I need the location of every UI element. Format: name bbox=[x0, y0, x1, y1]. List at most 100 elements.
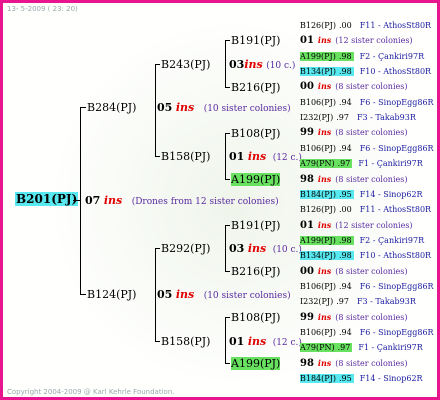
node-upper-bottom[interactable]: B158(PJ) bbox=[161, 150, 210, 163]
connector bbox=[225, 225, 226, 272]
ancestor-origin: F2 - Çankiri97R bbox=[359, 51, 425, 61]
lower-note: (10 sister colonies) bbox=[203, 291, 291, 301]
ancestor-name[interactable]: I232(PJ) bbox=[300, 297, 333, 306]
mating-lower-bottom: 01 ins (12 c.) bbox=[229, 335, 302, 350]
ancestor-name[interactable]: B134(PJ) bbox=[300, 67, 336, 77]
connector bbox=[155, 341, 160, 342]
ins: ins bbox=[247, 335, 267, 348]
ancestor-name[interactable]: B184(PJ) bbox=[300, 374, 336, 384]
ancestor-name[interactable]: B106(PJ) bbox=[300, 144, 336, 153]
node-l3-1[interactable]: B191(PJ) bbox=[231, 34, 280, 47]
mating-note: (8 sister colonies) bbox=[335, 312, 408, 322]
copyright-footer: Copyright 2004-2009 @ Karl Kehrle Founda… bbox=[7, 388, 175, 396]
ancestor-name[interactable]: A79(PN) bbox=[300, 343, 335, 353]
ins: ins bbox=[247, 242, 267, 255]
root-ins: ins bbox=[103, 194, 123, 207]
upper-parent[interactable]: B284(PJ) bbox=[87, 101, 136, 114]
lower-mating: 05 ins (10 sister colonies) bbox=[157, 288, 291, 303]
node-lower-bottom[interactable]: B158(PJ) bbox=[161, 335, 210, 348]
mating-lower-top: 03 ins (10 c.) bbox=[229, 242, 302, 257]
ancestor-name[interactable]: I232(PJ) bbox=[300, 113, 333, 122]
ancestor-value: .00 bbox=[338, 205, 352, 215]
ancestor-row: B184(PJ) .95 F14 - Sinop62R bbox=[300, 188, 423, 201]
ancestor-value: .95 bbox=[335, 189, 354, 199]
node-l3-3[interactable]: B108(PJ) bbox=[231, 127, 280, 140]
ancestor-origin: F14 - Sinop62R bbox=[359, 374, 423, 384]
upper-ins: ins bbox=[175, 101, 195, 114]
ancestor-value: .94 bbox=[338, 328, 352, 337]
ancestor-origin: F6 - SinopEgg86R bbox=[359, 143, 434, 153]
gen: 03 bbox=[229, 58, 245, 71]
mating-gen: 98 bbox=[300, 357, 314, 369]
mating-row: 00 ins (8 sister colonies) bbox=[300, 80, 407, 93]
note: (12 c.) bbox=[272, 338, 302, 348]
node-l3-7[interactable]: B108(PJ) bbox=[231, 311, 280, 324]
ancestor-row: I232(PJ) .97 F3 - Takab93R bbox=[300, 111, 416, 124]
gen: 01 bbox=[229, 150, 245, 163]
upper-mating: 05 ins (10 sister colonies) bbox=[157, 101, 291, 116]
node-l3-6[interactable]: B216(PJ) bbox=[231, 265, 280, 278]
ancestor-origin: F6 - SinopEgg86R bbox=[359, 281, 434, 291]
mating-gen: 00 bbox=[300, 81, 314, 93]
ancestor-row: B106(PJ) .94 F6 - SinopEgg86R bbox=[300, 142, 434, 155]
ancestor-name[interactable]: A79(PN) bbox=[300, 159, 335, 169]
mating-upper-top: 03ins (10 c.) bbox=[229, 58, 295, 73]
ins: ins bbox=[244, 58, 263, 71]
node-l3-5[interactable]: B191(PJ) bbox=[231, 219, 280, 232]
ancestor-origin: F6 - SinopEgg86R bbox=[359, 328, 434, 337]
ancestor-name[interactable]: A199(PJ) bbox=[300, 235, 336, 245]
ancestor-value: .94 bbox=[338, 97, 352, 107]
ancestor-name[interactable]: B106(PJ) bbox=[300, 98, 336, 107]
ancestor-origin: F2 - Çankiri97R bbox=[359, 235, 425, 245]
ancestor-row: B126(PJ) .00 F11 - AthosSt80R bbox=[300, 19, 431, 32]
mating-note: (8 sister colonies) bbox=[335, 82, 408, 92]
mating-ins: ins bbox=[317, 35, 332, 46]
node-lower-top[interactable]: B292(PJ) bbox=[161, 242, 210, 255]
ancestor-row: I232(PJ) .97 F3 - Takab93R bbox=[300, 295, 416, 308]
ancestor-name[interactable]: B184(PJ) bbox=[300, 189, 336, 199]
mating-gen: 01 bbox=[300, 35, 314, 47]
note: (10 c.) bbox=[266, 61, 296, 71]
mating-row: 01 ins (12 sister colonies) bbox=[300, 219, 413, 232]
ancestor-value: .98 bbox=[335, 51, 354, 61]
node-upper-top[interactable]: B243(PJ) bbox=[161, 58, 210, 71]
ancestor-origin: F10 - AthosSt80R bbox=[359, 251, 432, 261]
mating-row: 98 ins (8 sister colonies) bbox=[300, 357, 407, 370]
ancestor-value: .97 bbox=[336, 113, 349, 123]
root-note: (Drones from 12 sister colonies) bbox=[131, 197, 279, 207]
pedigree-frame: 13- 5-2009 ( 23: 20) B201(PJ) 07 ins (Dr… bbox=[0, 0, 440, 400]
ancestor-value: .97 bbox=[336, 297, 349, 307]
mating-note: (12 sister colonies) bbox=[335, 220, 413, 230]
ancestor-row: B134(PJ) .98 F10 - AthosSt80R bbox=[300, 65, 431, 78]
node-l3-2[interactable]: B216(PJ) bbox=[231, 81, 280, 94]
connector bbox=[80, 107, 86, 108]
mating-ins: ins bbox=[317, 81, 332, 92]
node-l3-8[interactable]: A199(PJ) bbox=[231, 357, 281, 370]
root-node[interactable]: B201(PJ) bbox=[15, 192, 79, 206]
ancestor-name[interactable]: B106(PJ) bbox=[300, 328, 336, 337]
lower-gen: 05 bbox=[157, 288, 173, 301]
node-l3-4[interactable]: A199(PJ) bbox=[231, 173, 281, 186]
ancestor-name[interactable]: B126(PJ) bbox=[300, 21, 336, 30]
ancestor-row: B126(PJ) .00 F11 - AthosSt80R bbox=[300, 203, 431, 216]
ancestor-name[interactable]: A199(PJ) bbox=[300, 51, 336, 61]
lower-parent[interactable]: B124(PJ) bbox=[87, 288, 136, 301]
ancestor-name[interactable]: B106(PJ) bbox=[300, 282, 336, 291]
connector bbox=[225, 133, 230, 134]
connector bbox=[225, 40, 230, 41]
ancestor-origin: F1 - Çankiri97R bbox=[358, 343, 423, 353]
mating-row: 99 ins (8 sister colonies) bbox=[300, 311, 407, 324]
root-mating: 07 ins (Drones from 12 sister colonies) bbox=[85, 194, 279, 209]
ancestor-name[interactable]: B126(PJ) bbox=[300, 205, 336, 214]
ancestor-origin: F11 - AthosSt80R bbox=[359, 21, 432, 30]
ancestor-name[interactable]: B134(PJ) bbox=[300, 251, 336, 261]
upper-note: (10 sister colonies) bbox=[203, 104, 291, 114]
mating-row: 98 ins (8 sister colonies) bbox=[300, 173, 407, 186]
ancestor-row: A79(PN) .97 F1 - Çankiri97R bbox=[300, 341, 423, 354]
ancestor-value: .94 bbox=[338, 143, 352, 153]
mating-row: 00 ins (8 sister colonies) bbox=[300, 265, 407, 278]
mating-ins: ins bbox=[317, 127, 332, 138]
ancestor-value: .00 bbox=[338, 21, 352, 30]
ancestor-origin: F1 - Çankiri97R bbox=[358, 159, 423, 169]
ancestor-value: .97 bbox=[334, 343, 353, 353]
